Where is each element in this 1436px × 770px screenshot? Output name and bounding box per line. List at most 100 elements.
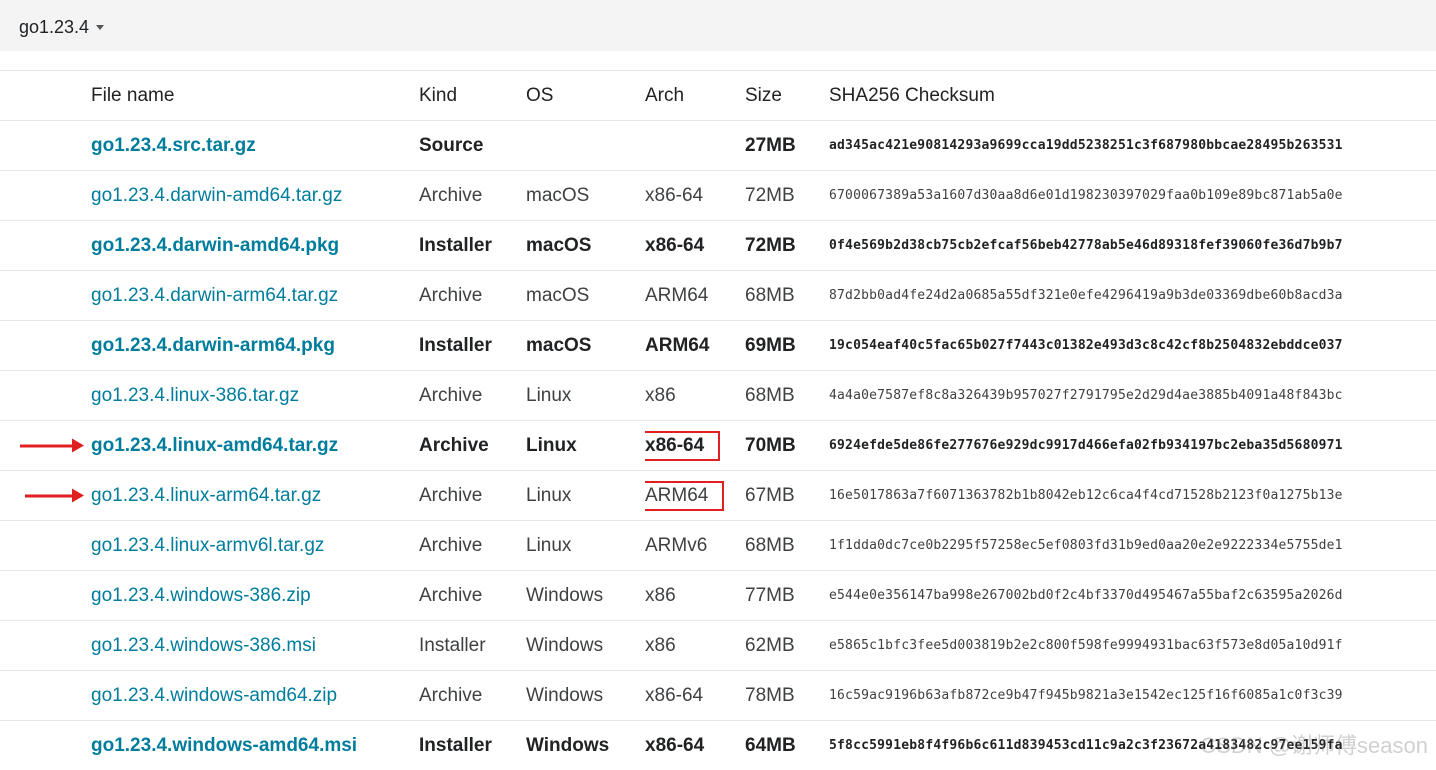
cell-kind: Archive [419, 671, 526, 721]
cell-arch: ARM64 [645, 471, 745, 521]
cell-file-name: go1.23.4.windows-amd64.msi [91, 721, 419, 770]
version-label: go1.23.4 [19, 17, 89, 38]
table-row: go1.23.4.src.tar.gz Source 27MBad345ac421e… [0, 121, 1436, 171]
table-row: go1.23.4.windows-386.msi InstallerWindows… [0, 621, 1436, 671]
cell-arch: x86 [645, 371, 745, 421]
header-file-name: File name [91, 71, 419, 121]
cell-os: Linux [526, 521, 645, 571]
download-link[interactable]: go1.23.4.windows-amd64.msi [91, 735, 357, 756]
cell-size: 70MB [745, 421, 829, 471]
table-row: go1.23.4.darwin-amd64.tar.gz ArchivemacOS… [0, 171, 1436, 221]
red-arrow-annotation-icon [25, 494, 74, 497]
cell-sha256: 1f1dda0dc7ce0b2295f57258ec5ef0803fd31b9e… [829, 521, 1436, 571]
cell-file-name: go1.23.4.windows-386.zip [91, 571, 419, 621]
cell-sha256: 4a4a0e7587ef8c8a326439b957027f2791795e2d… [829, 371, 1436, 421]
row-gutter [0, 271, 91, 321]
row-gutter [0, 721, 91, 770]
cell-file-name: go1.23.4.darwin-arm64.tar.gz [91, 271, 419, 321]
red-box-annotation: ARM64 [645, 481, 724, 511]
cell-arch: ARM64 [645, 271, 745, 321]
row-gutter [0, 121, 91, 171]
header-arch: Arch [645, 71, 745, 121]
cell-file-name: go1.23.4.darwin-amd64.pkg [91, 221, 419, 271]
row-gutter [0, 421, 91, 471]
cell-size: 27MB [745, 121, 829, 171]
download-link[interactable]: go1.23.4.darwin-arm64.tar.gz [91, 285, 338, 306]
cell-arch: x86-64 [645, 221, 745, 271]
download-link[interactable]: go1.23.4.darwin-amd64.tar.gz [91, 185, 342, 206]
row-gutter [0, 321, 91, 371]
cell-size: 62MB [745, 621, 829, 671]
cell-os: Linux [526, 421, 645, 471]
download-link[interactable]: go1.23.4.src.tar.gz [91, 135, 256, 156]
cell-file-name: go1.23.4.src.tar.gz [91, 121, 419, 171]
cell-size: 72MB [745, 221, 829, 271]
download-link[interactable]: go1.23.4.windows-386.zip [91, 585, 311, 606]
cell-kind: Archive [419, 171, 526, 221]
table-row: go1.23.4.linux-amd64.tar.gz ArchiveLinuxx… [0, 421, 1436, 471]
cell-kind: Archive [419, 371, 526, 421]
version-toggle[interactable]: go1.23.4 [19, 14, 104, 40]
cell-size: 68MB [745, 271, 829, 321]
table-row: go1.23.4.linux-armv6l.tar.gzArchiveLinux… [0, 521, 1436, 571]
cell-kind: Source [419, 121, 526, 171]
table-row: go1.23.4.windows-amd64.msi InstallerWindo… [0, 721, 1436, 770]
cell-file-name: go1.23.4.darwin-amd64.tar.gz [91, 171, 419, 221]
cell-os: Windows [526, 571, 645, 621]
header-spacer [0, 71, 91, 121]
table-row: go1.23.4.darwin-arm64.pkgInstallermacOSA… [0, 321, 1436, 371]
cell-os: macOS [526, 171, 645, 221]
cell-kind: Installer [419, 721, 526, 770]
download-link[interactable]: go1.23.4.linux-386.tar.gz [91, 385, 299, 406]
download-link[interactable]: go1.23.4.darwin-amd64.pkg [91, 235, 339, 256]
header-sha256-checksum: SHA256 Checksum [829, 71, 1436, 121]
red-box-annotation: x86-64 [645, 431, 720, 461]
cell-file-name: go1.23.4.linux-amd64.tar.gz [91, 421, 419, 471]
row-gutter [0, 171, 91, 221]
cell-kind: Installer [419, 621, 526, 671]
cell-os: Linux [526, 371, 645, 421]
download-link[interactable]: go1.23.4.darwin-arm64.pkg [91, 335, 335, 356]
table-row: go1.23.4.linux-386.tar.gz ArchiveLinuxx86… [0, 371, 1436, 421]
table-row: go1.23.4.darwin-amd64.pkg InstallermacOSx… [0, 221, 1436, 271]
cell-file-name: go1.23.4.darwin-arm64.pkg [91, 321, 419, 371]
cell-sha256: e544e0e356147ba998e267002bd0f2c4bf3370d4… [829, 571, 1436, 621]
cell-size: 68MB [745, 521, 829, 571]
cell-os: Windows [526, 621, 645, 671]
cell-file-name: go1.23.4.windows-386.msi [91, 621, 419, 671]
download-link[interactable]: go1.23.4.windows-amd64.zip [91, 685, 337, 706]
cell-arch: x86-64 [645, 171, 745, 221]
table-row: go1.23.4.darwin-arm64.tar.gzArchivemacOS… [0, 271, 1436, 321]
cell-kind: Archive [419, 271, 526, 321]
cell-sha256: e5865c1bfc3fee5d003819b2e2c800f598fe9994… [829, 621, 1436, 671]
cell-sha256: 5f8cc5991eb8f4f96b6c611d839453cd11c9a2c3… [829, 721, 1436, 770]
cell-size: 78MB [745, 671, 829, 721]
cell-size: 72MB [745, 171, 829, 221]
download-link[interactable]: go1.23.4.linux-amd64.tar.gz [91, 435, 338, 456]
cell-kind: Archive [419, 421, 526, 471]
header-kind: Kind [419, 71, 526, 121]
cell-size: 69MB [745, 321, 829, 371]
download-link[interactable]: go1.23.4.linux-armv6l.tar.gz [91, 535, 324, 556]
downloads-table: File name Kind OS Arch Size SHA256 Check… [0, 70, 1436, 770]
cell-sha256: ad345ac421e90814293a9699cca19dd5238251c3… [829, 121, 1436, 171]
cell-sha256: 16c59ac9196b63afb872ce9b47f945b9821a3e15… [829, 671, 1436, 721]
cell-arch: x86-64 [645, 671, 745, 721]
row-gutter [0, 671, 91, 721]
cell-arch: x86 [645, 621, 745, 671]
cell-os: macOS [526, 221, 645, 271]
cell-file-name: go1.23.4.windows-amd64.zip [91, 671, 419, 721]
row-gutter [0, 571, 91, 621]
table-header-row: File name Kind OS Arch Size SHA256 Check… [0, 71, 1436, 121]
cell-arch: x86 [645, 571, 745, 621]
cell-os: Windows [526, 721, 645, 770]
cell-sha256: 87d2bb0ad4fe24d2a0685a55df321e0efe429641… [829, 271, 1436, 321]
cell-kind: Installer [419, 221, 526, 271]
caret-down-icon [96, 25, 104, 30]
table-row: go1.23.4.linux-arm64.tar.gzArchiveLinuxA… [0, 471, 1436, 521]
download-link[interactable]: go1.23.4.windows-386.msi [91, 635, 316, 656]
cell-kind: Archive [419, 471, 526, 521]
red-arrow-annotation-icon [20, 444, 74, 447]
cell-sha256: 19c054eaf40c5fac65b027f7443c01382e493d3c… [829, 321, 1436, 371]
download-link[interactable]: go1.23.4.linux-arm64.tar.gz [91, 485, 321, 506]
